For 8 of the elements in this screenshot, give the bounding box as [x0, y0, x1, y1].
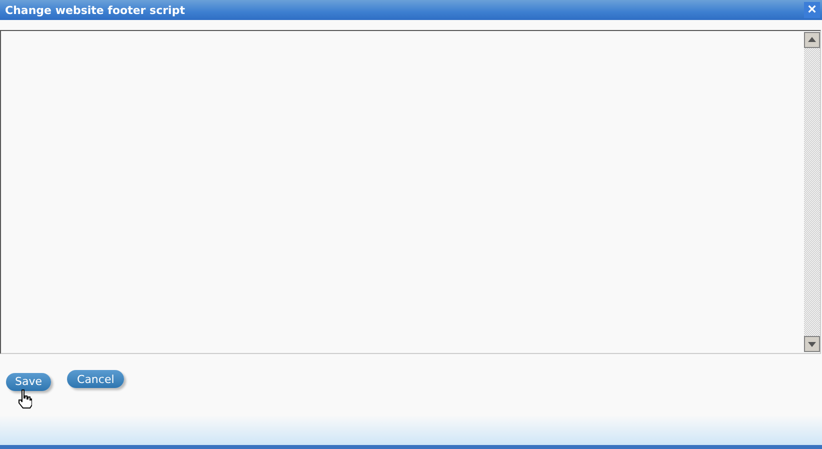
vertical-scrollbar[interactable]: [804, 31, 820, 353]
save-button[interactable]: Save: [6, 372, 52, 390]
close-button[interactable]: ×: [804, 2, 820, 18]
scroll-up-icon[interactable]: [804, 32, 820, 48]
hand-cursor-icon: [18, 389, 32, 409]
scroll-down-icon[interactable]: [804, 336, 820, 352]
cancel-button[interactable]: Cancel: [67, 370, 124, 388]
window-title: Change website footer script: [5, 4, 185, 16]
